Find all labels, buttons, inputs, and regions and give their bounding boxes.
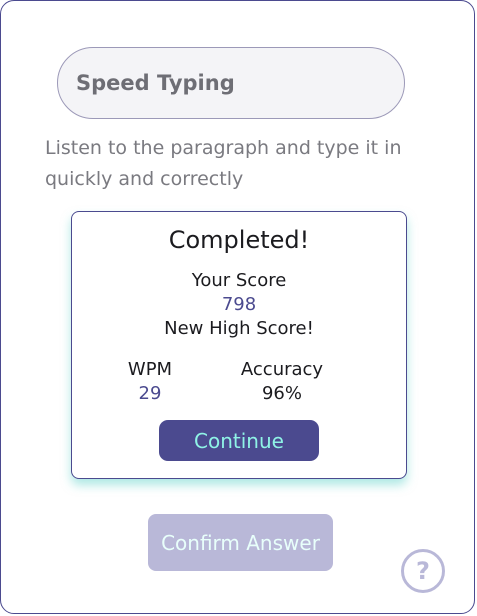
- wpm-label: WPM: [127, 359, 173, 380]
- accuracy-stat: Accuracy 96%: [222, 358, 342, 406]
- wpm-value: 29: [138, 383, 162, 404]
- score-label: Your Score: [191, 270, 287, 291]
- result-heading: Completed!: [168, 226, 310, 254]
- score-value: 798: [221, 294, 257, 315]
- accuracy-label: Accuracy: [240, 359, 324, 380]
- accuracy-value: 96%: [261, 383, 302, 404]
- activity-title: Speed Typing: [57, 47, 405, 119]
- activity-title-text: Speed Typing: [76, 71, 235, 95]
- help-button[interactable]: ?: [401, 549, 445, 593]
- question-mark-icon: ?: [416, 557, 430, 585]
- result-dialog: Completed! Your Score 798 New High Score…: [71, 211, 407, 479]
- wpm-stat: WPM 29: [114, 358, 186, 406]
- high-score-message: New High Score!: [164, 318, 314, 339]
- app-frame: Speed Typing Listen to the paragraph and…: [0, 0, 475, 614]
- confirm-answer-button[interactable]: Confirm Answer: [148, 514, 333, 571]
- continue-button[interactable]: Continue: [159, 420, 319, 461]
- instructions-text: Listen to the paragraph and type it in q…: [45, 137, 402, 190]
